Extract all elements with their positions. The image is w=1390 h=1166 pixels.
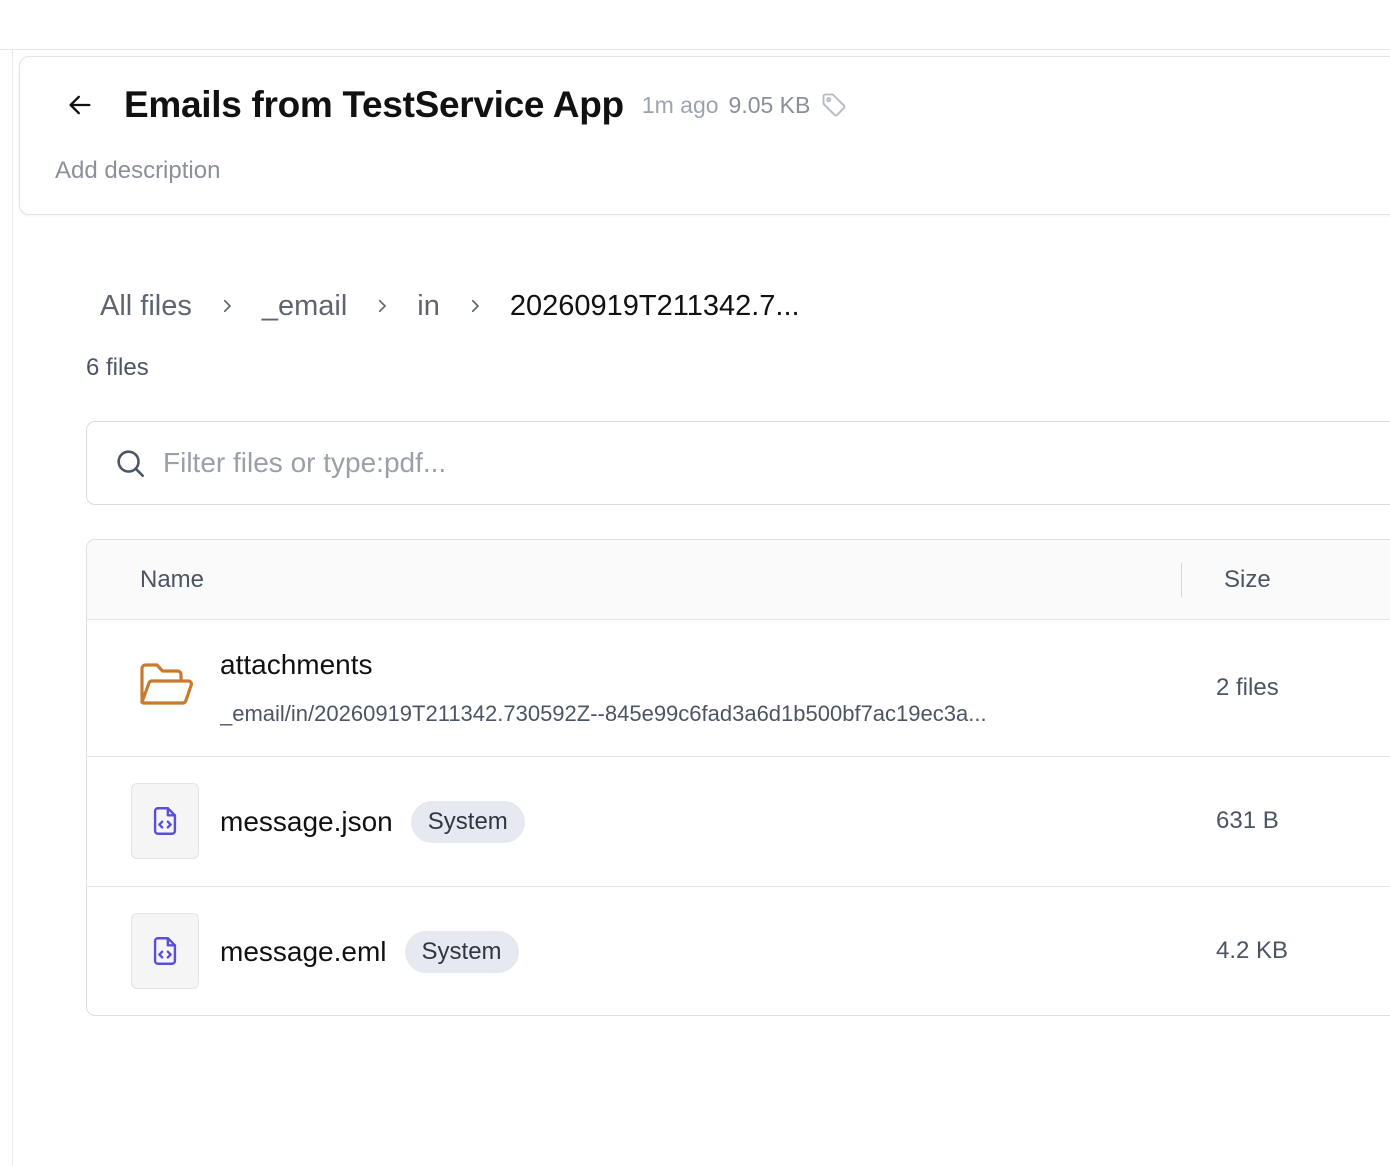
- system-badge: System: [410, 801, 525, 843]
- column-header-name[interactable]: Name: [140, 566, 204, 594]
- breadcrumb-in[interactable]: in: [417, 290, 440, 323]
- code-file-icon: [131, 783, 199, 859]
- sidebar-divider: [12, 50, 13, 1166]
- table-row-file[interactable]: message.eml System 4.2 KB: [87, 887, 1390, 1015]
- breadcrumb: All files _email in 20260919T211342.7...: [100, 286, 800, 326]
- file-size: 631 B: [1216, 807, 1279, 834]
- table-row-file[interactable]: message.json System 631 B: [87, 757, 1390, 887]
- chevron-right-icon: [373, 297, 391, 315]
- search-icon: [113, 446, 147, 480]
- code-file-icon: [131, 913, 199, 989]
- file-count: 6 files: [86, 354, 149, 381]
- updated-time: 1m ago: [641, 91, 719, 118]
- file-size: 4.2 KB: [1216, 937, 1289, 964]
- file-name: message.eml: [220, 936, 387, 967]
- breadcrumb-current-folder: 20260919T211342.7...: [509, 289, 800, 322]
- file-name-line: message.json System: [220, 801, 525, 843]
- file-filter: [86, 421, 1390, 505]
- chevron-right-icon: [466, 297, 484, 315]
- folder-open-icon: [137, 660, 195, 717]
- files-table: Name Size attachments _email/in/20260919…: [86, 539, 1390, 1016]
- top-bar: [0, 0, 1390, 50]
- column-resize-handle[interactable]: [1181, 563, 1182, 597]
- folder-path: _email/in/20260919T211342.730592Z--845e9…: [220, 701, 987, 726]
- breadcrumb-email[interactable]: _email: [262, 290, 347, 323]
- breadcrumb-all-files[interactable]: All files: [100, 290, 192, 323]
- page-title: Emails from TestService App: [124, 84, 624, 125]
- table-row-folder[interactable]: attachments _email/in/20260919T211342.73…: [87, 620, 1390, 757]
- total-size: 9.05 KB: [728, 91, 811, 118]
- collection-header: Emails from TestService App 1m ago 9.05 …: [19, 56, 1390, 215]
- folder-size: 2 files: [1216, 674, 1279, 701]
- file-name: message.json: [220, 806, 393, 837]
- arrow-left-icon: [66, 91, 94, 119]
- search-input[interactable]: [163, 447, 1063, 479]
- table-header: Name Size: [87, 540, 1390, 620]
- back-button[interactable]: [64, 89, 96, 121]
- folder-name: attachments: [220, 649, 373, 680]
- column-header-size[interactable]: Size: [1224, 566, 1271, 594]
- chevron-right-icon: [218, 297, 236, 315]
- title-row: Emails from TestService App 1m ago 9.05 …: [124, 81, 848, 129]
- add-description[interactable]: Add description: [55, 157, 220, 185]
- system-badge: System: [404, 931, 519, 973]
- file-name-line: message.eml System: [220, 931, 519, 973]
- tag-icon[interactable]: [820, 91, 848, 119]
